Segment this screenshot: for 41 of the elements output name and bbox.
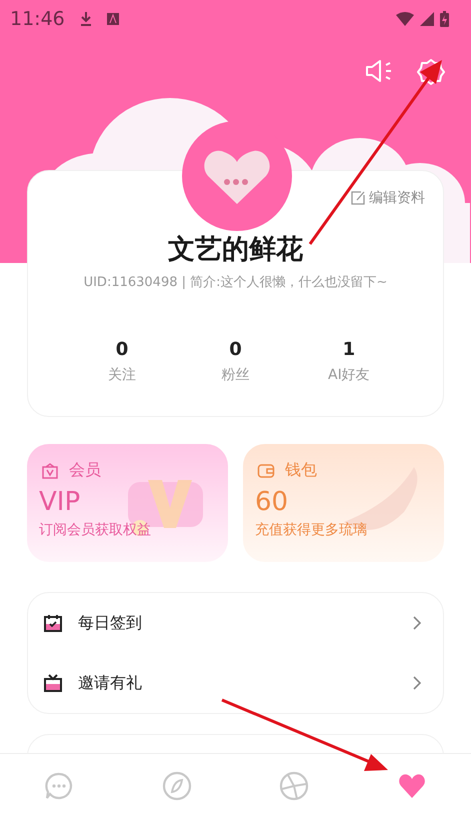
nav-tab[interactable] [279, 771, 310, 801]
card-subtitle: 充值获得更多琉璃 [255, 521, 368, 539]
menu-item[interactable]: 每日签到 [28, 593, 443, 653]
nav-tab[interactable] [162, 771, 192, 801]
user-name: 文艺的鲜花 [168, 233, 303, 267]
menu-item[interactable]: 邀请有礼 [28, 653, 443, 713]
wifi-icon [396, 12, 414, 26]
status-time: 11:46 [10, 8, 65, 30]
chat-bubble-icon [44, 771, 74, 801]
chevron-right-icon [413, 616, 421, 630]
stat-value: 0 [229, 339, 242, 360]
card-title: 钱包 [285, 460, 317, 481]
calendar-check-icon [44, 614, 62, 632]
aperture-icon [279, 771, 310, 801]
menu-label: 每日签到 [78, 612, 143, 634]
nav-tab[interactable] [44, 771, 74, 801]
compass-icon [162, 771, 192, 801]
settings-icon[interactable] [417, 58, 445, 86]
keyboard-icon [106, 13, 119, 25]
vip-card[interactable]: 会员 VIP 订阅会员获取权益 [27, 444, 228, 562]
download-icon [78, 11, 93, 27]
wallet-card[interactable]: 钱包 60 充值获得更多琉璃 [243, 444, 444, 562]
stat-value: 0 [116, 339, 128, 360]
card-value: VIP [39, 487, 82, 517]
wallet-icon [257, 462, 275, 480]
edit-icon [351, 191, 365, 205]
battery-icon [440, 11, 449, 27]
card-title: 会员 [69, 460, 101, 481]
card-value: 60 [255, 487, 290, 517]
stat-label: 粉丝 [221, 366, 250, 384]
card-subtitle: 订阅会员获取权益 [39, 521, 152, 539]
v-tag-icon [41, 462, 59, 480]
gift-box-icon [44, 674, 62, 692]
edit-profile-link[interactable]: 编辑资料 [351, 189, 425, 207]
signal-icon [420, 12, 434, 26]
chevron-right-icon [413, 676, 421, 690]
user-bio: UID:11630498 | 简介:这个人很懒，什么也没留下~ [84, 274, 388, 291]
stat-label: 关注 [108, 366, 136, 384]
stat-label: AI好友 [328, 366, 370, 384]
menu-label: 邀请有礼 [78, 672, 143, 694]
stat-value: 1 [342, 339, 356, 360]
